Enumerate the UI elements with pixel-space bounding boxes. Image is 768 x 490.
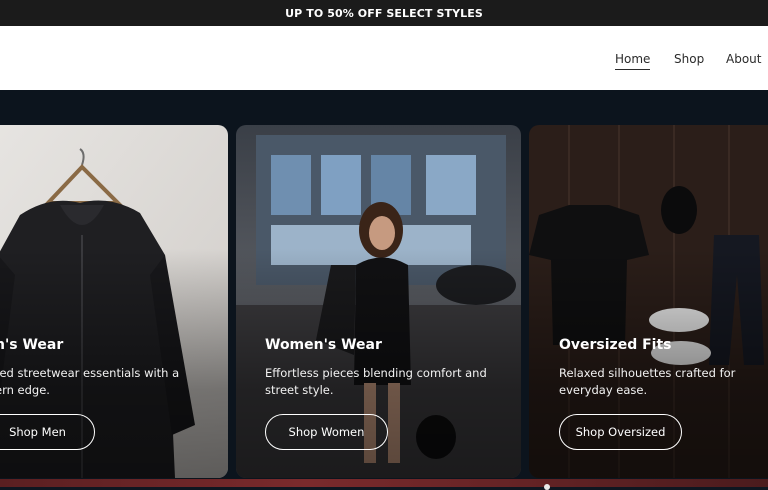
card-title: n's Wear	[0, 337, 64, 353]
shop-men-button[interactable]: Shop Men	[0, 414, 95, 450]
site-header: Home Shop About	[0, 26, 768, 90]
nav-shop[interactable]: Shop	[674, 52, 704, 66]
shop-oversized-button[interactable]: Shop Oversized	[559, 414, 682, 450]
nav-about[interactable]: About	[726, 52, 761, 66]
promo-text: UP TO 50% OFF SELECT STYLES	[285, 6, 483, 20]
card-title: Women's Wear	[265, 337, 382, 353]
card-description-line1: Relaxed silhouettes crafted for	[559, 366, 736, 380]
nav-home[interactable]: Home	[615, 52, 651, 70]
card-mens-wear[interactable]: n's Wear red streetwear essentials with …	[0, 125, 228, 478]
card-description-line2: street style.	[265, 383, 334, 397]
card-description-line1: red streetwear essentials with a	[0, 366, 180, 380]
next-section-preview	[0, 479, 768, 487]
carousel-indicator-dot[interactable]	[544, 484, 550, 490]
card-title: Oversized Fits	[559, 337, 672, 353]
card-description-line2: everyday ease.	[559, 383, 648, 397]
card-womens-wear[interactable]: Women's Wear Effortless pieces blending …	[236, 125, 521, 478]
card-description-line1: Effortless pieces blending comfort and	[265, 366, 487, 380]
category-carousel: n's Wear red streetwear essentials with …	[0, 90, 768, 487]
shop-women-button[interactable]: Shop Women	[265, 414, 388, 450]
card-oversized-fits[interactable]: Oversized Fits Relaxed silhouettes craft…	[529, 125, 768, 478]
promo-banner: UP TO 50% OFF SELECT STYLES	[0, 0, 768, 26]
card-description-line2: ern edge.	[0, 383, 50, 397]
